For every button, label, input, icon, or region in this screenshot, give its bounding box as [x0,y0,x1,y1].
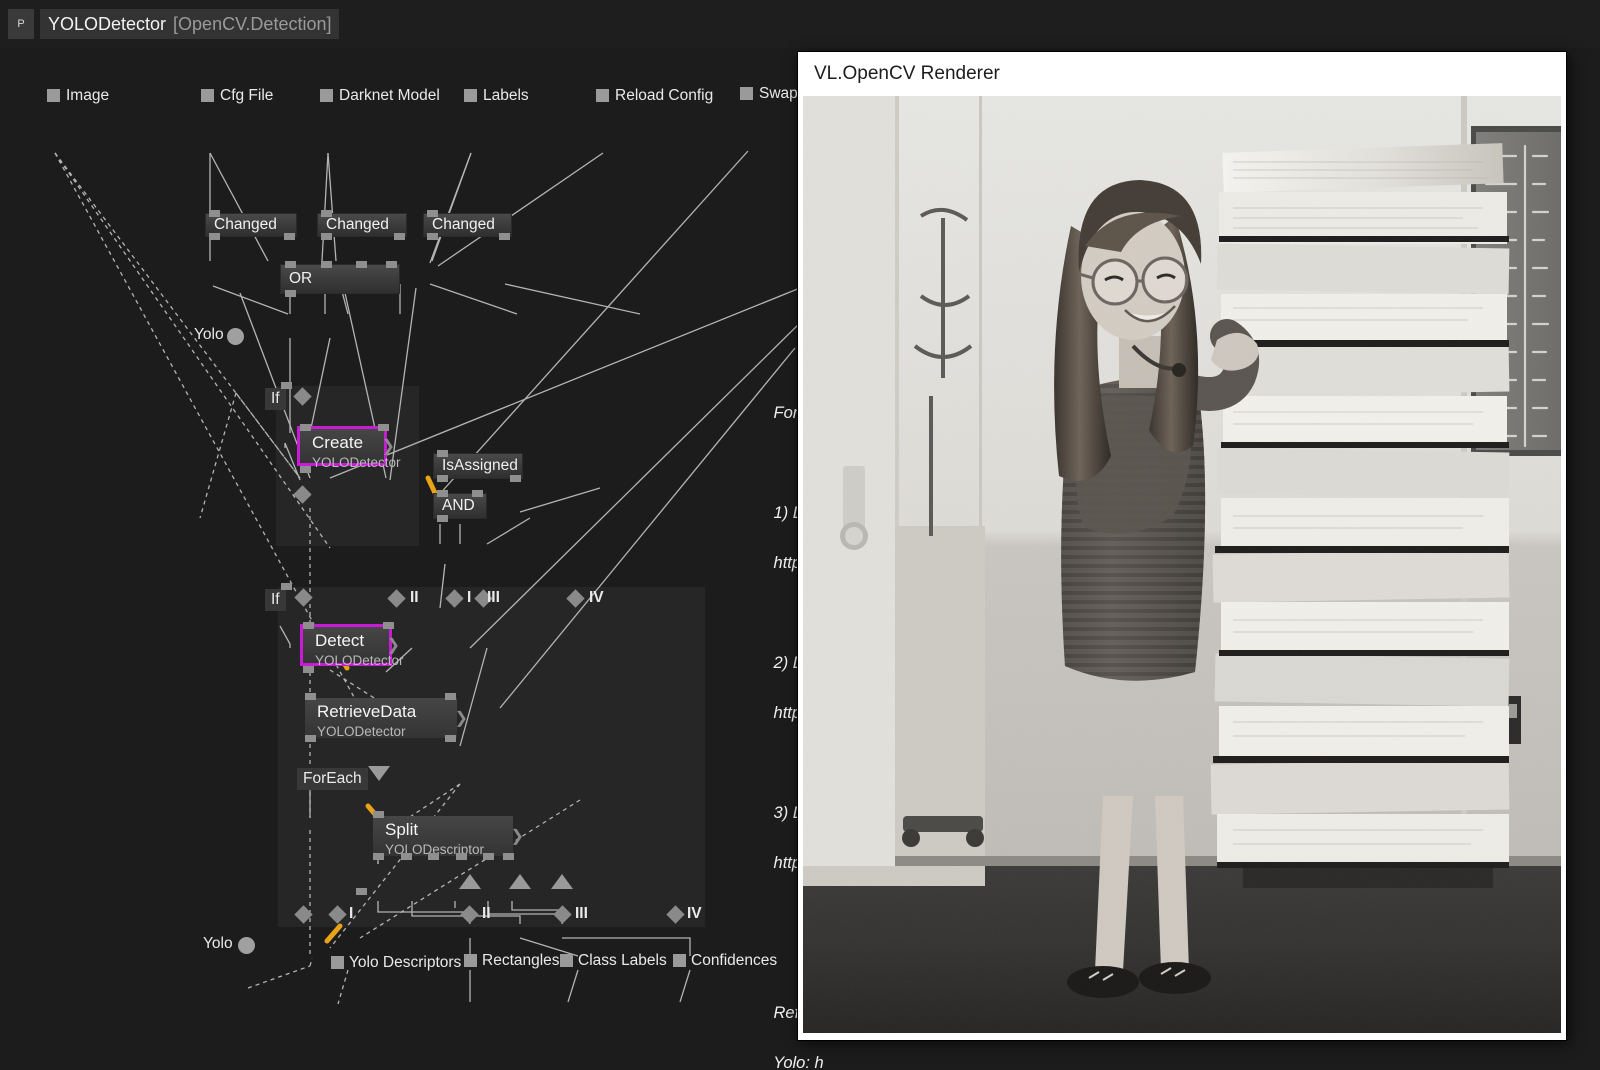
region-marker-label: IV [589,589,604,607]
node-label: IsAssigned [442,457,518,475]
chevron-right-icon: ❯ [455,708,468,728]
comment-line: Yolo: h [773,1054,823,1070]
input-pin-label: Image [66,87,109,105]
chevron-right-icon: ❯ [382,436,395,456]
region-pin-if-in[interactable] [281,382,292,389]
node-retrievedata-yolodetector[interactable]: RetrieveData YOLODetector ❯ [305,698,457,738]
node-isassigned[interactable]: IsAssigned [433,453,523,479]
chevron-right-icon: ❯ [387,635,400,655]
node-title: Split [385,820,418,840]
node-changed-2[interactable]: Changed [317,213,407,237]
output-pin-label: Rectangles [482,952,560,970]
foreach-splicer-icon[interactable] [368,766,390,781]
node-and[interactable]: AND [433,493,487,519]
rendered-image [803,96,1561,1033]
title-bar: P YOLODetector [OpenCV.Detection] [0,0,1600,48]
region-pin-if2-in[interactable] [281,583,292,590]
patch-badge[interactable]: P [8,9,34,39]
node-if-detect[interactable]: If [265,589,286,611]
node-title: Create [312,433,363,453]
node-split-yolodescriptor[interactable]: Split YOLODescriptor ❯ [373,816,513,856]
output-pin-label: Yolo Descriptors [349,954,461,972]
region-marker-label: I [349,905,353,923]
node-changed-3[interactable]: Changed [423,213,512,237]
node-label: Changed [214,216,277,234]
region-marker-label: II [410,589,419,607]
node-title: RetrieveData [317,702,416,722]
renderer-window[interactable]: VL.OpenCV Renderer [798,52,1566,1040]
region-pin-bottom-edge[interactable] [356,888,367,895]
node-label: AND [442,497,475,515]
region-marker-label: IV [687,905,702,923]
chevron-right-icon: ❯ [511,826,524,846]
output-pin-label: Class Labels [578,952,667,970]
input-pin-label: Labels [483,87,529,105]
patch-name: YOLODetector [48,14,166,35]
node-create-yolodetector[interactable]: Create YOLODetector ❯ [297,426,387,466]
node-or[interactable]: OR [280,264,400,294]
page-title[interactable]: YOLODetector [OpenCV.Detection] [40,9,339,39]
patch-category: [OpenCV.Detection] [173,14,331,35]
node-foreach[interactable]: ForEach [297,768,368,790]
input-pin-label: Darknet Model [339,87,440,105]
node-subtitle: YOLODetector [315,653,404,668]
region-marker-label: III [487,589,500,607]
node-label: Changed [326,216,389,234]
node-detect-yolodetector[interactable]: Detect YOLODetector ❯ [300,624,392,666]
patch-editor-window: P YOLODetector [OpenCV.Detection] [0,0,1600,1070]
node-changed-1[interactable]: Changed [205,213,297,237]
node-label: OR [289,270,312,288]
renderer-title: VL.OpenCV Renderer [798,52,1566,96]
splicer-icon-iii[interactable] [509,874,531,889]
splicer-icon-ii[interactable] [459,874,481,889]
splicer-icon-iv[interactable] [551,874,573,889]
region-marker-label: III [575,905,588,923]
region-marker-label: I [467,589,471,607]
node-label: Changed [432,216,495,234]
region-marker-label: II [482,905,491,923]
input-pin-label: Cfg File [220,87,273,105]
input-pin-label: Reload Config [615,87,713,105]
node-if-create[interactable]: If [265,388,286,410]
pad-pin-label: Yolo [203,935,233,953]
node-subtitle: YOLODetector [312,455,401,470]
node-title: Detect [315,631,364,651]
node-subtitle: YOLODetector [317,724,406,739]
renderer-viewport[interactable] [803,96,1561,1033]
pad-pin-label: Yolo [194,326,224,344]
